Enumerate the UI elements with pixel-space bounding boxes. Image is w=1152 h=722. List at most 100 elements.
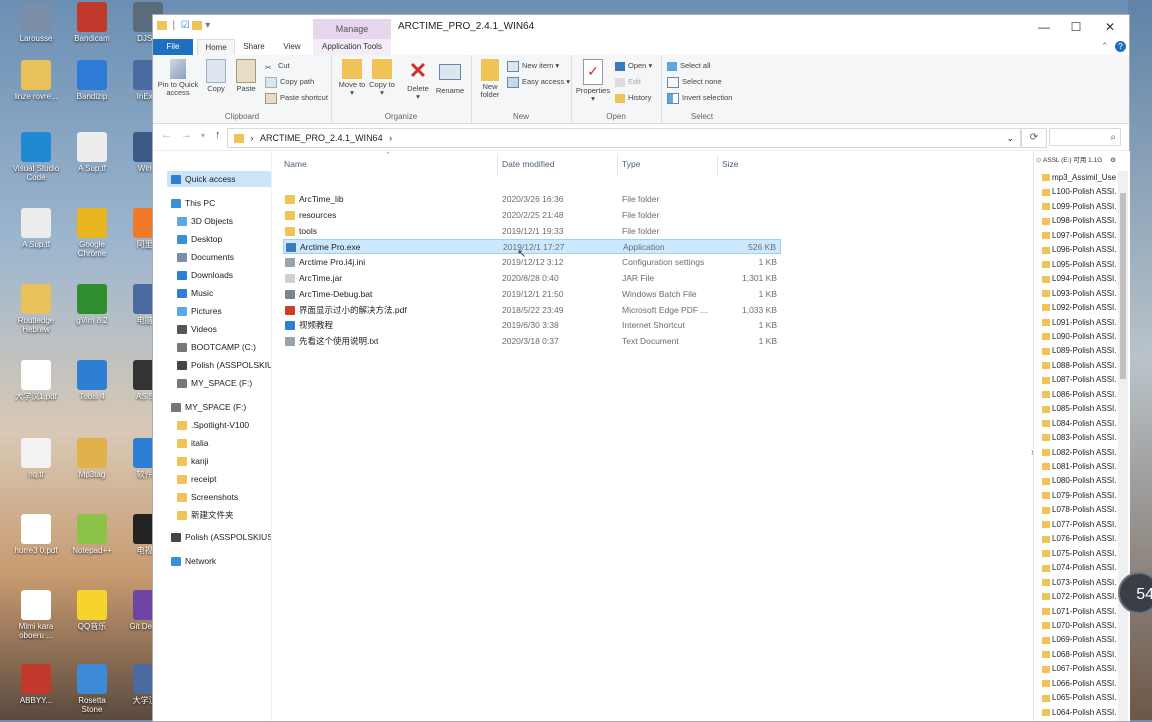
column-divider[interactable] [717, 155, 718, 175]
desktop-icon[interactable]: Rosetta Stone [68, 664, 116, 714]
table-row[interactable]: ArcTime-Debug.bat 2019/12/1 21:50 Windows … [283, 287, 781, 302]
address-dropdown-icon[interactable]: ⌄ [1006, 129, 1014, 147]
table-row[interactable]: 界面显示过小的解决方法.pdf 2018/5/22 23:49 Microsoft … [283, 303, 781, 318]
up-arrow-icon[interactable]: ↑ [215, 129, 221, 141]
properties-check-icon[interactable]: ☑ [181, 20, 190, 31]
new-folder-icon[interactable] [192, 20, 203, 30]
list-item[interactable]: L087-Polish ASSI. [1042, 373, 1116, 387]
minimize-button[interactable]: — [1029, 18, 1059, 36]
list-item[interactable]: L089-Polish ASSI. [1042, 344, 1116, 358]
column-header-date[interactable]: Date modified [502, 159, 554, 169]
list-item[interactable]: L077-Polish ASSI. [1042, 518, 1116, 532]
new-item-button[interactable]: New item ▾ [507, 60, 559, 72]
list-item[interactable]: L096-Polish ASSI. [1042, 243, 1116, 257]
nav-item[interactable]: italia [173, 435, 271, 451]
list-item[interactable]: mp3_Assimil_Use [1042, 171, 1116, 185]
list-item[interactable]: L088-Polish ASSI. [1042, 359, 1116, 373]
list-item[interactable]: L100-Polish ASSI. [1042, 185, 1116, 199]
maximize-button[interactable]: ☐ [1061, 18, 1091, 36]
table-row[interactable]: 视频教程 2019/6/30 3:38 Internet Shortcut 1 KB [283, 318, 781, 333]
list-item[interactable]: L065-Polish ASSI. [1042, 691, 1116, 705]
desktop-icon[interactable]: A Sup.tf [12, 208, 60, 249]
table-row[interactable]: ArcTime.jar 2020/8/28 0:40 JAR File 1,301 K… [283, 271, 781, 286]
tab-share[interactable]: Share [237, 39, 271, 55]
easy-access-button[interactable]: Easy access ▾ [507, 76, 570, 88]
delete-button[interactable]: ✕ Delete ▾ [403, 59, 433, 101]
nav-item[interactable]: .Spotlight-V100 [173, 417, 271, 433]
select-none-button[interactable]: Select none [667, 76, 722, 88]
list-item[interactable]: L071-Polish ASSI. [1042, 605, 1116, 619]
close-button[interactable]: ✕ [1095, 18, 1125, 36]
nav-item[interactable]: Polish (ASSPOLSKIU [173, 357, 271, 373]
desktop-icon[interactable]: Bandicam [68, 2, 116, 43]
nav-item[interactable]: 3D Objects [173, 213, 271, 229]
list-item[interactable]: L079-Polish ASSI. [1042, 489, 1116, 503]
copy-button[interactable]: Copy [201, 59, 231, 93]
list-item[interactable]: L083-Polish ASSI. [1042, 431, 1116, 445]
list-item[interactable]: L093-Polish ASSI. [1042, 287, 1116, 301]
list-item[interactable]: L072-Polish ASSI. [1042, 590, 1116, 604]
list-item[interactable]: L081-Polish ASSI. [1042, 460, 1116, 474]
desktop-icon[interactable]: A Sup.tf [68, 132, 116, 173]
desktop-icon[interactable]: QQ音乐 [68, 590, 116, 631]
nav-item[interactable]: Screenshots [173, 489, 271, 505]
move-to-button[interactable]: Move to ▾ [337, 59, 367, 97]
desktop-icon[interactable]: Mimi kara oboeru ... [12, 590, 60, 640]
nav-item[interactable]: 新建文件夹 [173, 507, 271, 523]
edit-button[interactable]: Edit [615, 76, 641, 88]
quick-access-toolbar[interactable]: | ☑ ▾ [157, 20, 210, 31]
desktop-icon[interactable]: linze rovre... [12, 60, 60, 101]
properties-button[interactable]: ✓ Properties ▾ [575, 59, 611, 103]
desktop-icon[interactable]: hurre3 0.pdf [12, 514, 60, 555]
desktop-icon[interactable]: Bandizip [68, 60, 116, 101]
nav-item[interactable]: Polish (ASSPOLSKIUS [167, 529, 271, 545]
desktop-icon[interactable]: Mp3tag [68, 438, 116, 479]
recent-chevron-icon[interactable]: ▾ [201, 131, 205, 140]
table-row[interactable]: Arctime Pro.l4j.ini 2019/12/12 3:12 Config… [283, 255, 781, 270]
nav-item[interactable]: Downloads [173, 267, 271, 283]
nav-item[interactable]: Music [173, 285, 271, 301]
list-item[interactable]: L092-Polish ASSI. [1042, 301, 1116, 315]
breadcrumb-chevron-icon[interactable]: › [389, 133, 392, 143]
nav-item[interactable]: MY_SPACE (F:) [167, 399, 271, 415]
list-item[interactable]: L075-Polish ASSI. [1042, 547, 1116, 561]
list-item[interactable]: L067-Polish ASSI. [1042, 662, 1116, 676]
tab-view[interactable]: View [275, 39, 309, 55]
list-item[interactable]: L073-Polish ASSI. [1042, 576, 1116, 590]
list-item[interactable]: L066-Polish ASSI. [1042, 677, 1116, 691]
list-item[interactable]: L091-Polish ASSI. [1042, 316, 1116, 330]
list-item[interactable]: L064-Polish ASSI. [1042, 706, 1116, 720]
nav-item[interactable]: BOOTCAMP (C:) [173, 339, 271, 355]
new-folder-button[interactable]: New folder [475, 59, 505, 99]
desktop-icon[interactable]: Google Chrome [68, 208, 116, 258]
scrollbar-thumb[interactable] [1120, 193, 1126, 379]
column-header-name[interactable]: Name [284, 159, 307, 169]
desktop-icon[interactable]: Notepad++ [68, 514, 116, 555]
nav-item[interactable]: kanji [173, 453, 271, 469]
search-box[interactable]: ⌕ [1049, 128, 1121, 146]
desktop-icon[interactable]: 大学汉1.pdf [12, 360, 60, 401]
list-item[interactable]: L090-Polish ASSI. [1042, 330, 1116, 344]
nav-item[interactable]: MY_SPACE (F:) [173, 375, 271, 391]
column-header-size[interactable]: Size [722, 159, 739, 169]
list-item[interactable]: L095-Polish ASSI. [1042, 258, 1116, 272]
desktop-icon[interactable]: Visual Studio Code [12, 132, 60, 182]
breadcrumb-current[interactable]: ARCTIME_PRO_2.4.1_WIN64 [260, 133, 383, 143]
breadcrumb-chevron-icon[interactable]: › [251, 133, 254, 143]
nav-item[interactable]: Desktop [173, 231, 271, 247]
address-box[interactable]: › ARCTIME_PRO_2.4.1_WIN64 › ⌄ [227, 128, 1021, 148]
chevron-down-icon[interactable]: ▾ [205, 20, 210, 31]
list-item[interactable]: L080-Polish ASSI. [1042, 474, 1116, 488]
list-item[interactable]: L068-Polish ASSI. [1042, 648, 1116, 662]
column-divider[interactable] [497, 155, 498, 175]
gear-icon[interactable]: ⚙ [1110, 157, 1116, 164]
list-item[interactable]: L074-Polish ASSI. [1042, 561, 1116, 575]
rename-button[interactable]: Rename [435, 59, 465, 95]
desktop-icon[interactable]: Routledge Hebrew [12, 284, 60, 334]
table-row[interactable]: tools 2019/12/1 19:33 File folder [283, 224, 781, 239]
list-item[interactable]: L076-Polish ASSI. [1042, 532, 1116, 546]
nav-item[interactable]: receipt [173, 471, 271, 487]
manage-context-tab[interactable]: Manage [313, 19, 391, 39]
column-header-type[interactable]: Type [622, 159, 640, 169]
desktop-icon[interactable]: Larousse [12, 2, 60, 43]
